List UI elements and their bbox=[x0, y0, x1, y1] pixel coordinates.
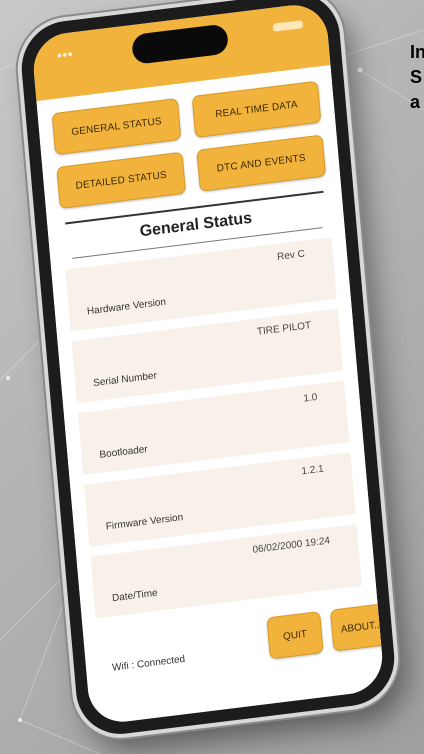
real-time-data-button[interactable]: REAL TIME DATA bbox=[191, 80, 322, 139]
tab-button-grid: GENERAL STATUS REAL TIME DATA DETAILED S… bbox=[51, 75, 327, 209]
about-button[interactable]: ABOUT... bbox=[329, 602, 386, 652]
dtc-and-events-button[interactable]: DTC AND EVENTS bbox=[196, 134, 327, 192]
battery-icon bbox=[272, 20, 304, 32]
status-value: TIRE PILOT bbox=[256, 320, 312, 338]
wifi-status-text: Wifi : Connected bbox=[111, 653, 186, 674]
side-caption-line: In bbox=[410, 42, 424, 62]
phone-screen: ●●● GENERAL STATUS REAL TIME DATA DETAIL… bbox=[30, 1, 386, 726]
quit-button[interactable]: QUIT bbox=[266, 611, 324, 660]
status-list: Rev C Hardware Version TIRE PILOT Serial… bbox=[65, 237, 362, 619]
phone-frame: ●●● GENERAL STATUS REAL TIME DATA DETAIL… bbox=[17, 0, 399, 740]
side-caption: In S a bbox=[410, 40, 424, 115]
status-label: Serial Number bbox=[92, 370, 158, 390]
status-label: Date/Time bbox=[111, 587, 159, 605]
status-value: 06/02/2000 19:24 bbox=[252, 535, 331, 556]
app-content: GENERAL STATUS REAL TIME DATA DETAILED S… bbox=[36, 65, 386, 696]
dynamic-island bbox=[131, 23, 230, 66]
status-value: 1.0 bbox=[303, 391, 318, 405]
general-status-button[interactable]: GENERAL STATUS bbox=[51, 97, 182, 156]
phone-mockup: ●●● GENERAL STATUS REAL TIME DATA DETAIL… bbox=[17, 0, 399, 740]
status-time-icon: ●●● bbox=[56, 48, 74, 61]
status-label: Bootloader bbox=[99, 443, 149, 461]
detailed-status-button[interactable]: DETAILED STATUS bbox=[56, 151, 187, 209]
side-caption-line: S bbox=[410, 67, 423, 87]
status-value: 1.2.1 bbox=[301, 463, 325, 478]
status-label: Hardware Version bbox=[86, 296, 167, 318]
side-caption-line: a bbox=[410, 92, 421, 112]
status-label: Firmware Version bbox=[105, 512, 184, 533]
status-value: Rev C bbox=[276, 248, 306, 263]
